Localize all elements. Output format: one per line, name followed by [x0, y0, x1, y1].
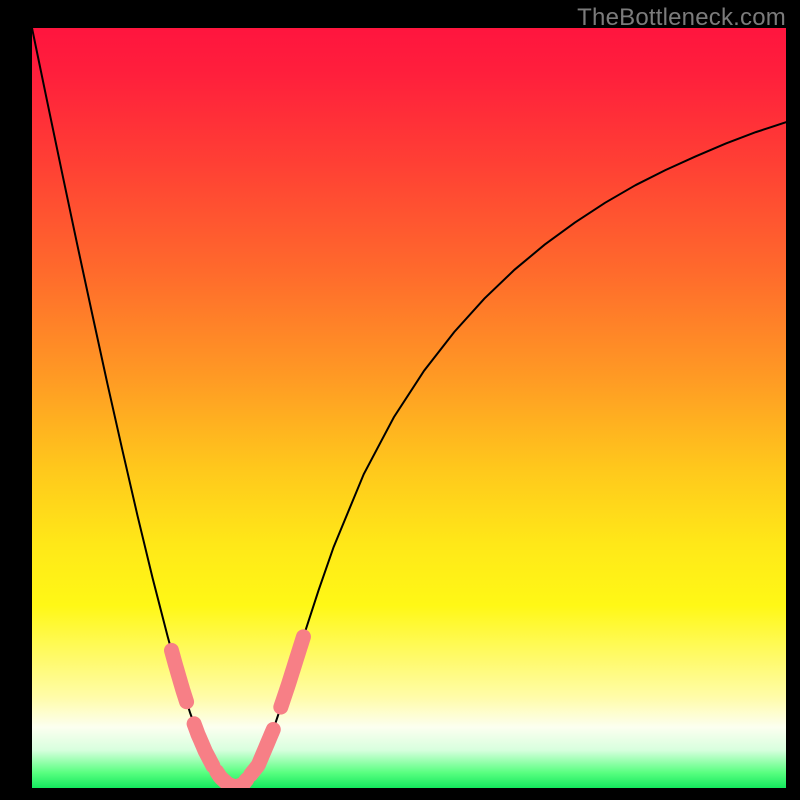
- highlight-segment: [281, 637, 304, 707]
- plot-area: [32, 28, 786, 788]
- highlight-segment: [217, 772, 247, 787]
- highlight-segment: [251, 729, 274, 774]
- highlight-segment: [171, 650, 186, 701]
- chart-frame: TheBottleneck.com: [0, 0, 800, 800]
- watermark-text: TheBottleneck.com: [577, 4, 786, 32]
- highlight-segment: [194, 724, 213, 766]
- curve-svg: [32, 28, 786, 788]
- main-curve: [32, 28, 786, 787]
